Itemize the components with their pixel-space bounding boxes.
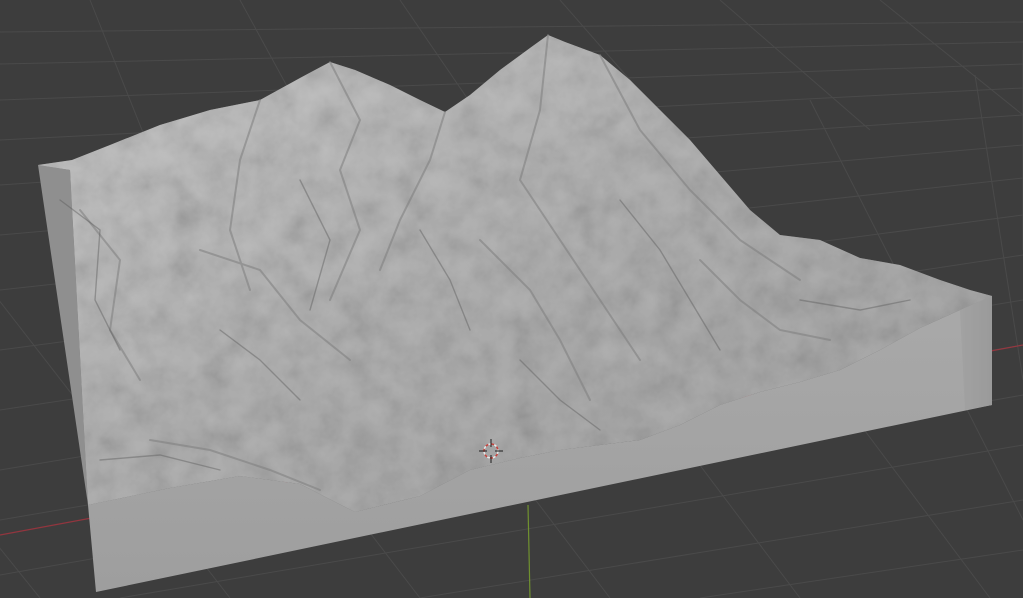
terrain-mesh[interactable]: [38, 34, 992, 592]
viewport-canvas[interactable]: [0, 0, 1023, 598]
3d-viewport[interactable]: [0, 0, 1023, 598]
terrain-right-face: [960, 296, 992, 410]
y-axis-line: [527, 504, 531, 598]
terrain-top-surface: [38, 35, 992, 512]
